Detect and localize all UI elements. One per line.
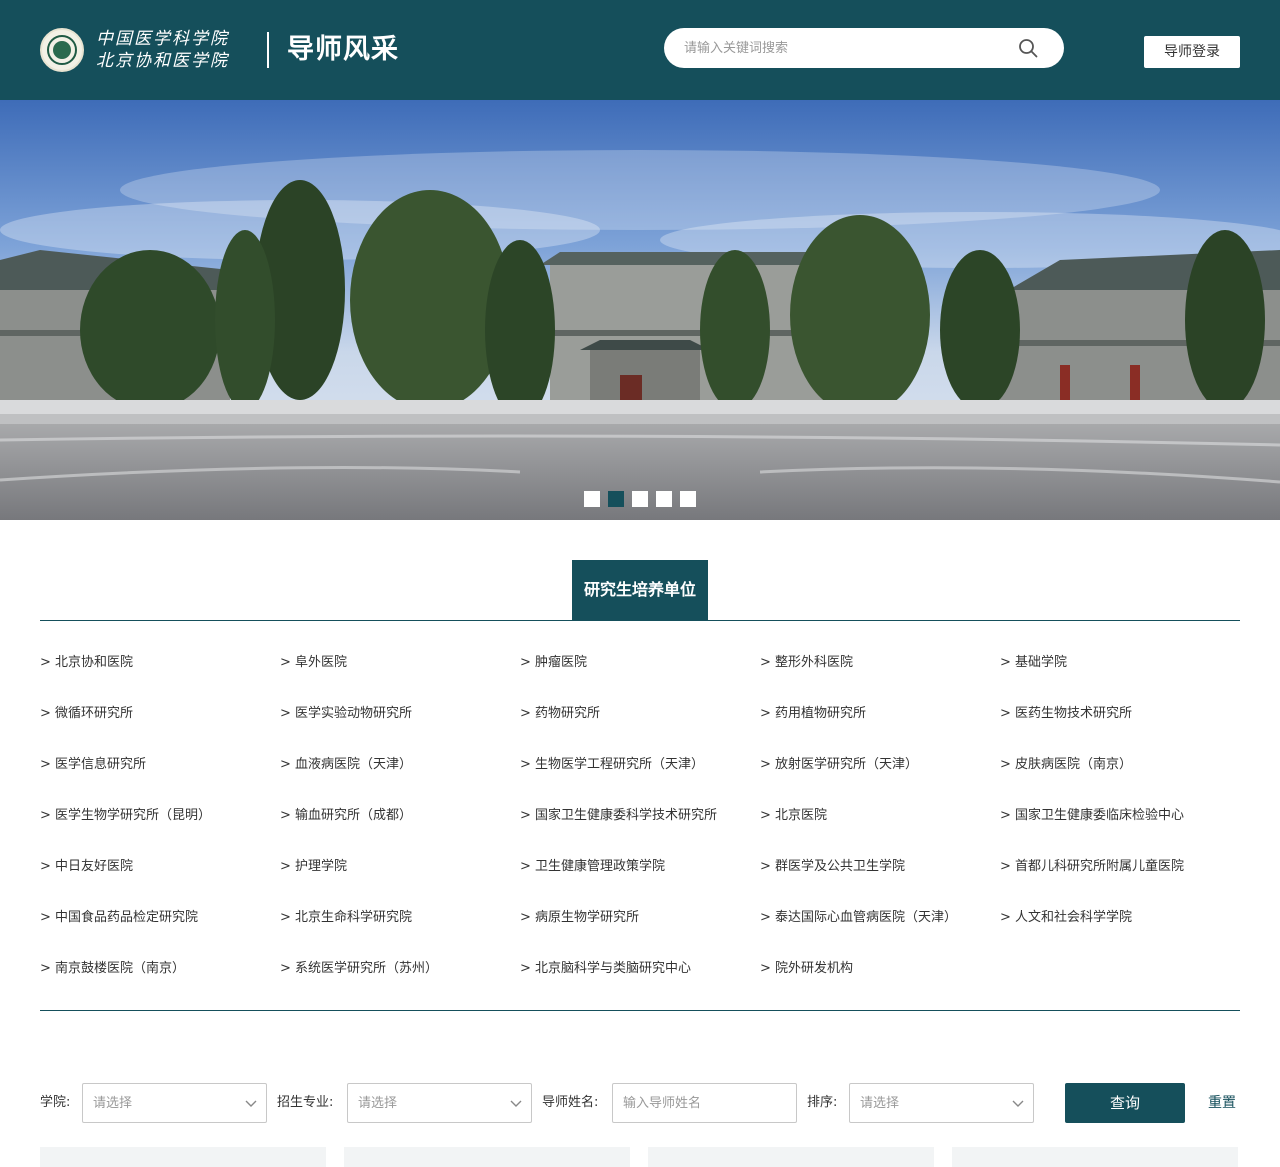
reset-link[interactable]: 重置 <box>1208 1093 1236 1113</box>
section-bottom-divider <box>40 1010 1240 1011</box>
college-select-value: 请选择 <box>93 1096 133 1111</box>
training-unit-link[interactable]: > 国家卫生健康委临床检验中心 <box>1000 806 1184 826</box>
school-name-logo[interactable]: 中国医学科学院 北京协和医学院 <box>96 28 246 72</box>
search-icon[interactable] <box>1018 38 1038 58</box>
site-header: 中国医学科学院 北京协和医学院 导师风采 导师登录 <box>0 0 1280 100</box>
training-unit-link[interactable]: > 生物医学工程研究所（天津） <box>520 755 704 775</box>
query-button[interactable]: 查询 <box>1065 1083 1185 1123</box>
chevron-down-icon <box>1012 1100 1024 1107</box>
training-unit-link[interactable]: > 北京医院 <box>760 806 827 826</box>
training-unit-link[interactable]: > 北京协和医院 <box>40 653 133 673</box>
section-tab-training-units[interactable]: 研究生培养单位 <box>572 560 708 620</box>
training-unit-link[interactable]: > 国家卫生健康委科学技术研究所 <box>520 806 717 826</box>
logo-line-2: 北京协和医学院 <box>96 51 229 71</box>
chevron-down-icon <box>245 1100 257 1107</box>
training-unit-link[interactable]: > 群医学及公共卫生学院 <box>760 857 905 877</box>
training-unit-link[interactable]: > 医药生物技术研究所 <box>1000 704 1132 724</box>
search-input[interactable] <box>684 28 1004 68</box>
training-unit-link[interactable]: > 北京脑科学与类脑研究中心 <box>520 959 691 979</box>
tutor-name-input[interactable] <box>612 1083 797 1123</box>
training-unit-link[interactable]: > 南京鼓楼医院（南京） <box>40 959 185 979</box>
tutor-card[interactable] <box>40 1147 326 1167</box>
training-unit-link[interactable]: > 泰达国际心血管病医院（天津） <box>760 908 957 928</box>
training-unit-link[interactable]: > 北京生命科学研究院 <box>280 908 412 928</box>
sort-filter-label: 排序: <box>807 1095 838 1110</box>
tutor-login-button[interactable]: 导师登录 <box>1144 36 1240 68</box>
search-box <box>664 28 1064 68</box>
training-unit-link[interactable]: > 微循环研究所 <box>40 704 133 724</box>
training-unit-link[interactable]: > 医学生物学研究所（昆明） <box>40 806 211 826</box>
site-title: 导师风采 <box>287 34 399 65</box>
banner-dot-5[interactable] <box>680 491 696 507</box>
training-unit-link[interactable]: > 卫生健康管理政策学院 <box>520 857 665 877</box>
training-unit-link[interactable]: > 中日友好医院 <box>40 857 133 877</box>
training-unit-link[interactable]: > 药物研究所 <box>520 704 600 724</box>
training-unit-link[interactable]: > 皮肤病医院（南京） <box>1000 755 1132 775</box>
tutor-card[interactable] <box>344 1147 630 1167</box>
training-unit-link[interactable]: > 医学信息研究所 <box>40 755 146 775</box>
section-divider <box>40 620 1240 621</box>
major-select[interactable]: 请选择 <box>347 1083 532 1123</box>
training-unit-link[interactable]: > 首都儿科研究所附属儿童医院 <box>1000 857 1184 877</box>
logo-line-1: 中国医学科学院 <box>96 29 229 49</box>
college-filter-label: 学院: <box>40 1095 71 1110</box>
tutor-name-filter-label: 导师姓名: <box>542 1095 599 1110</box>
training-unit-link[interactable]: > 药用植物研究所 <box>760 704 866 724</box>
training-unit-link[interactable]: > 医学实验动物研究所 <box>280 704 412 724</box>
banner-dot-3[interactable] <box>632 491 648 507</box>
chevron-down-icon <box>510 1100 522 1107</box>
emblem-core <box>53 41 71 59</box>
logo-divider <box>267 32 269 68</box>
training-unit-link[interactable]: > 整形外科医院 <box>760 653 853 673</box>
training-unit-link[interactable]: > 人文和社会科学学院 <box>1000 908 1132 928</box>
banner-dot-2[interactable] <box>608 491 624 507</box>
training-unit-link[interactable]: > 院外研发机构 <box>760 959 853 979</box>
college-select[interactable]: 请选择 <box>82 1083 267 1123</box>
training-unit-link[interactable]: > 中国食品药品检定研究院 <box>40 908 198 928</box>
training-unit-link[interactable]: > 阜外医院 <box>280 653 347 673</box>
training-unit-link[interactable]: > 系统医学研究所（苏州） <box>280 959 438 979</box>
training-unit-link[interactable]: > 肿瘤医院 <box>520 653 587 673</box>
major-filter-label: 招生专业: <box>277 1095 334 1110</box>
training-unit-link[interactable]: > 放射医学研究所（天津） <box>760 755 918 775</box>
tutor-card[interactable] <box>648 1147 934 1167</box>
training-unit-link[interactable]: > 血液病医院（天津） <box>280 755 412 775</box>
training-unit-link[interactable]: > 输血研究所（成都） <box>280 806 412 826</box>
training-unit-link[interactable]: > 病原生物学研究所 <box>520 908 639 928</box>
banner-dot-4[interactable] <box>656 491 672 507</box>
training-unit-link[interactable]: > 基础学院 <box>1000 653 1067 673</box>
training-unit-link[interactable]: > 护理学院 <box>280 857 347 877</box>
banner-dot-1[interactable] <box>584 491 600 507</box>
hero-banner[interactable] <box>0 100 1280 520</box>
sort-select-value: 请选择 <box>860 1096 900 1111</box>
campus-photo <box>0 100 1280 520</box>
school-emblem-icon[interactable] <box>40 28 84 72</box>
major-select-value: 请选择 <box>358 1096 398 1111</box>
sort-select[interactable]: 请选择 <box>849 1083 1034 1123</box>
tutor-card[interactable] <box>952 1147 1238 1167</box>
